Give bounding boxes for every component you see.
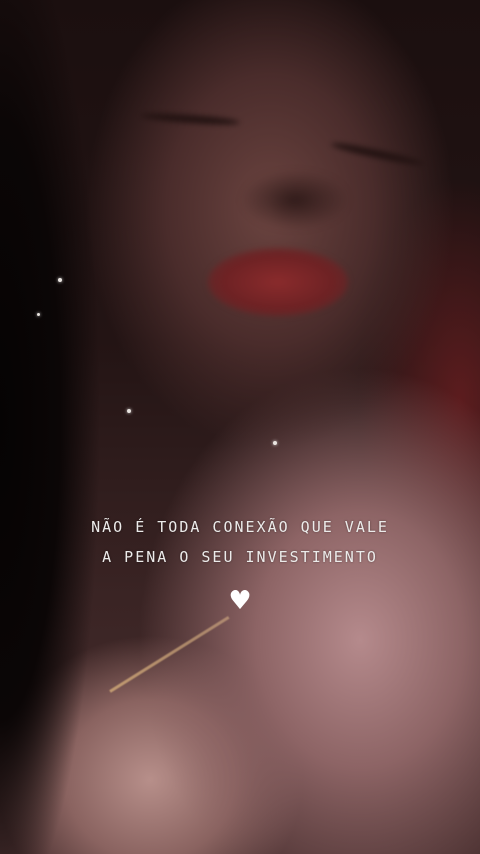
sparkle-dot — [58, 278, 62, 282]
story-caption-line-2: A PENA O SEU INVESTIMENTO — [102, 548, 378, 566]
closed-eye-right — [330, 140, 425, 168]
closed-eye-left — [139, 111, 241, 127]
sparkle-dot — [273, 441, 277, 445]
story-photo: NÃO É TODA CONEXÃO QUE VALE A PENA O SEU… — [0, 0, 480, 854]
hair-shadow — [0, 0, 120, 854]
sparkle-dot — [127, 409, 131, 413]
gold-necklace — [109, 616, 230, 693]
white-heart-icon: ♥ — [228, 586, 252, 616]
sparkle-dot — [37, 313, 40, 316]
story-caption-line-1: NÃO É TODA CONEXÃO QUE VALE — [91, 518, 389, 536]
nose-shadow — [240, 170, 350, 230]
lips — [208, 248, 348, 316]
